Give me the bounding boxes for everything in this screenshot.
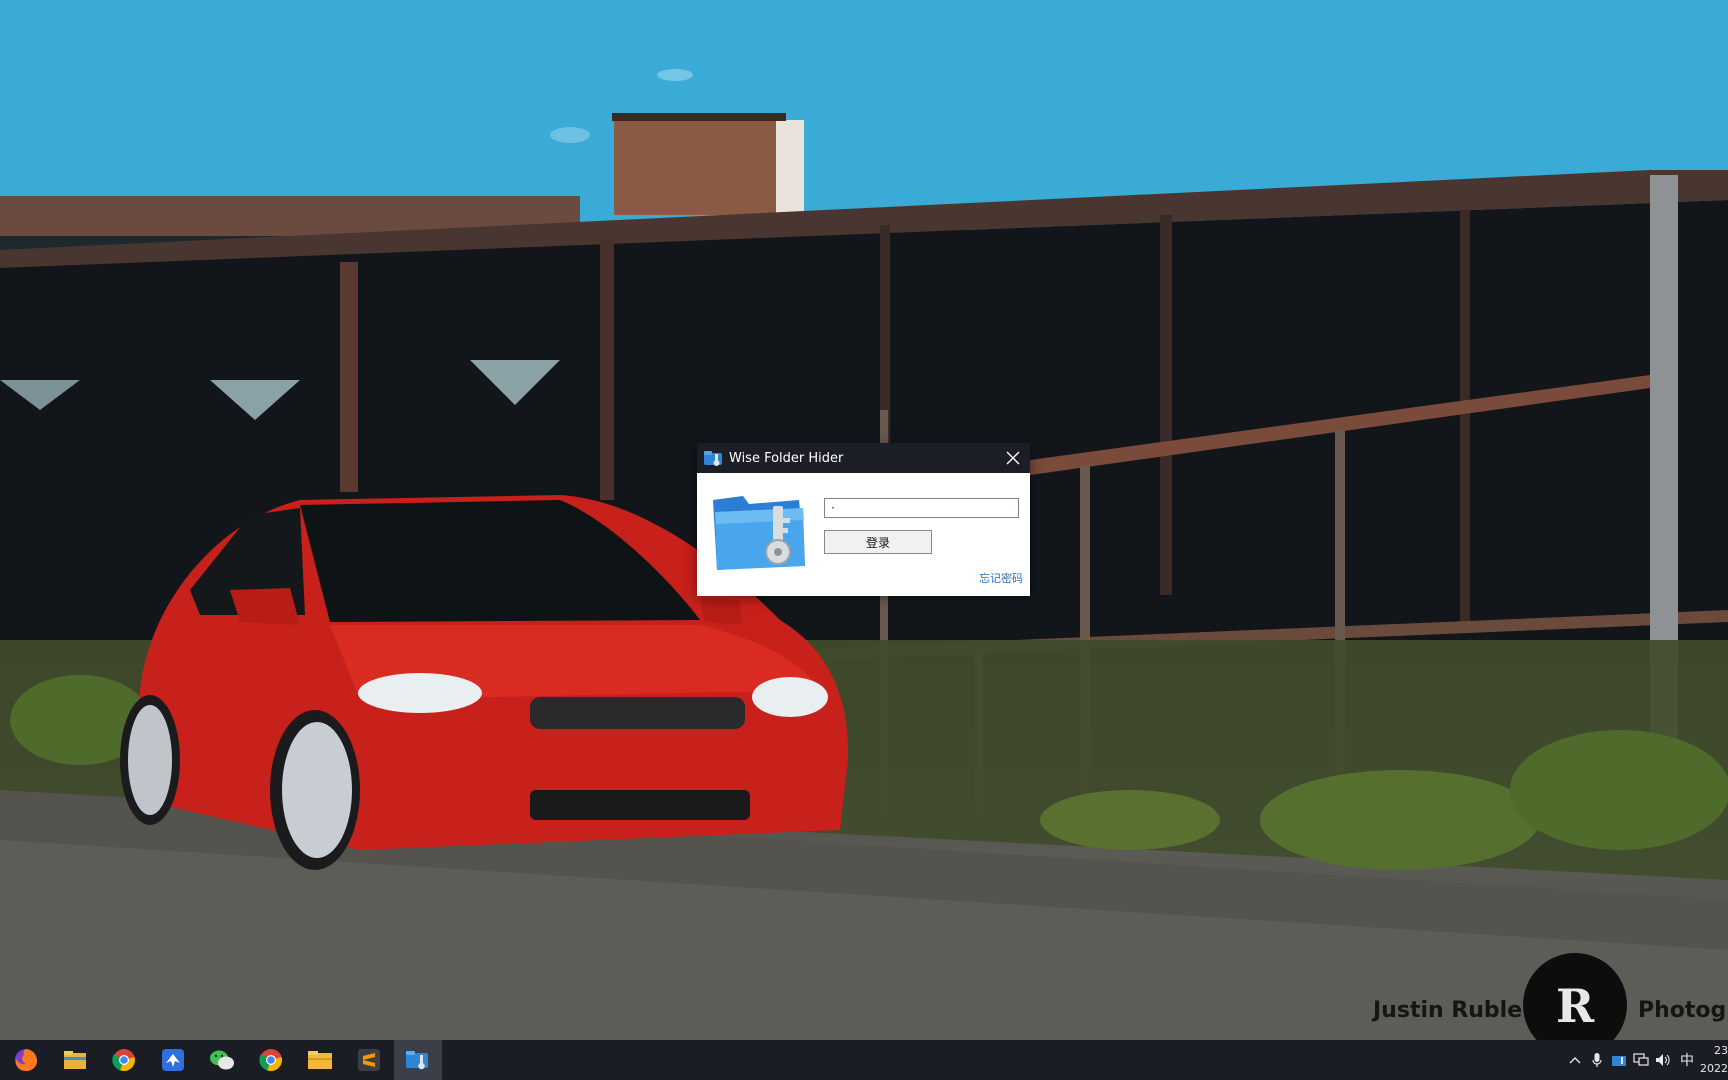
speaker-icon	[1656, 1054, 1670, 1066]
watermark-suffix: Photogr	[1638, 998, 1728, 1023]
folder-key-tray-icon	[1612, 1056, 1626, 1066]
close-icon	[1006, 451, 1020, 465]
taskbar-sublime-text[interactable]	[345, 1040, 393, 1080]
network-icon	[1633, 1053, 1649, 1066]
volume-tray[interactable]	[1652, 1040, 1674, 1080]
chevron-up-icon	[1569, 1057, 1581, 1064]
input-method-indicator[interactable]: 中	[1674, 1040, 1700, 1080]
microphone-icon	[1592, 1053, 1602, 1067]
folder-icon	[308, 1051, 332, 1069]
taskbar-folder[interactable]	[296, 1040, 344, 1080]
clock-time: 23	[1714, 1044, 1728, 1057]
taskbar-firefox[interactable]	[2, 1040, 50, 1080]
taskbar: 中 23 2022	[0, 1040, 1728, 1080]
taskbar-file-explorer[interactable]	[51, 1040, 99, 1080]
wise-folder-hider-tray[interactable]	[1608, 1040, 1630, 1080]
close-button[interactable]	[996, 443, 1030, 473]
firefox-icon	[15, 1049, 37, 1071]
chrome-icon	[112, 1049, 135, 1072]
photographer-watermark: Justin Ruble Photogr	[1368, 960, 1728, 1040]
microphone-tray[interactable]	[1586, 1040, 1608, 1080]
show-hidden-icons-button[interactable]	[1564, 1040, 1586, 1080]
dialog-body: 登录 忘记密码	[697, 473, 1030, 596]
feishu-icon	[162, 1049, 184, 1071]
app-folder-key-icon	[704, 451, 722, 466]
wechat-icon	[210, 1050, 234, 1070]
taskbar-wise-folder-hider[interactable]	[394, 1040, 442, 1080]
wise-folder-hider-dialog: Wise Folder Hider 登录 忘记密码	[697, 443, 1030, 596]
system-tray: 中 23 2022	[1564, 1040, 1728, 1080]
login-button[interactable]: 登录	[824, 530, 932, 554]
taskbar-chrome-2[interactable]	[247, 1040, 295, 1080]
dialog-title: Wise Folder Hider	[729, 450, 844, 466]
folder-key-icon	[713, 496, 805, 570]
dialog-titlebar[interactable]: Wise Folder Hider	[697, 443, 1030, 473]
watermark-name: Justin Ruble	[1373, 998, 1523, 1023]
password-input[interactable]	[824, 498, 1019, 518]
taskbar-wechat[interactable]	[198, 1040, 246, 1080]
taskbar-chrome[interactable]	[100, 1040, 148, 1080]
taskbar-clock[interactable]: 23 2022	[1700, 1040, 1728, 1080]
chrome-icon	[259, 1049, 282, 1072]
taskbar-feishu[interactable]	[149, 1040, 197, 1080]
network-tray[interactable]	[1630, 1040, 1652, 1080]
file-explorer-icon	[64, 1051, 86, 1069]
sublime-text-icon	[358, 1049, 380, 1071]
wise-folder-hider-icon	[406, 1051, 428, 1070]
forgot-password-link[interactable]: 忘记密码	[979, 570, 1023, 586]
clock-date: 2022	[1700, 1062, 1728, 1075]
